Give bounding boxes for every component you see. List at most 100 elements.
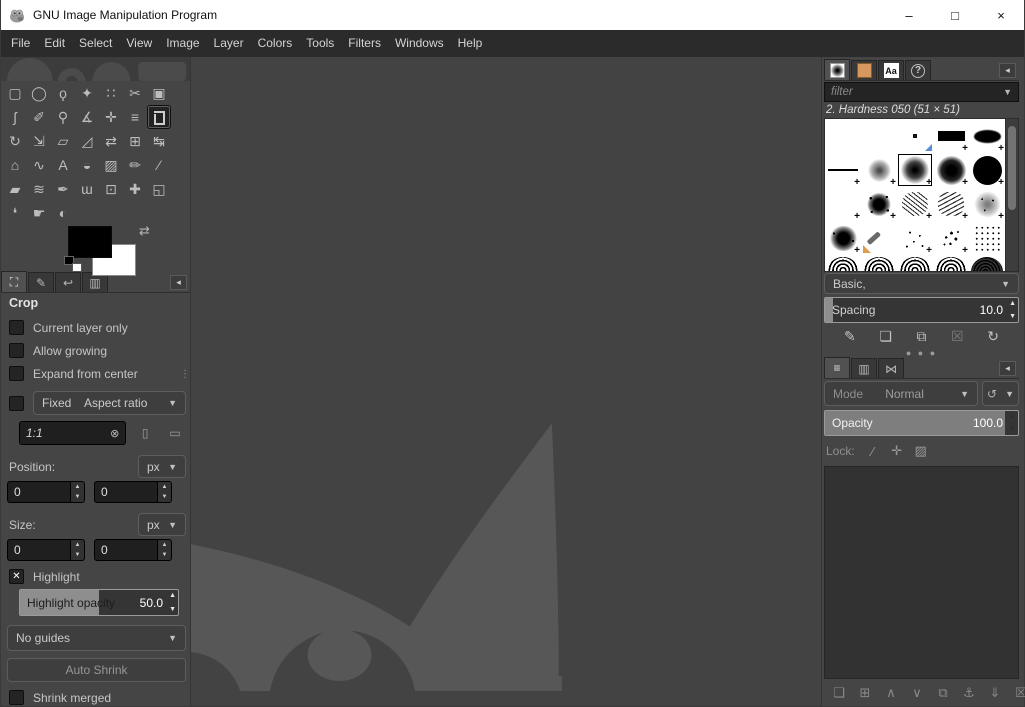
tool-rectangle-select[interactable]: ▢ <box>3 81 27 105</box>
tab-fonts[interactable]: Aa <box>878 60 904 80</box>
duplicate-brush-button[interactable]: ⧉ <box>908 325 934 347</box>
current-layer-only-checkbox[interactable] <box>9 320 24 335</box>
tab-help[interactable]: ? <box>905 60 931 80</box>
layer-opacity-slider[interactable]: Opacity 100.0 ▲ ▼ <box>824 410 1019 436</box>
spacing-slider[interactable]: Spacing 10.0 ▲ ▼ <box>824 297 1019 323</box>
spinner-arrows[interactable]: ▲ ▼ <box>1009 413 1016 433</box>
delete-layer-button[interactable]: ☒ <box>1008 682 1025 704</box>
brush-filter-field[interactable]: filter ▼ <box>824 82 1019 102</box>
tool-fuzzy-select[interactable]: ✦ <box>75 81 99 105</box>
tab-device-status[interactable]: ✎ <box>28 272 54 292</box>
tool-pencil[interactable]: ✏ <box>123 153 147 177</box>
tool-move[interactable]: ✛ <box>99 105 123 129</box>
tool-clone[interactable]: ⊡ <box>99 177 123 201</box>
menu-image[interactable]: Image <box>159 31 206 56</box>
landscape-button[interactable]: ▭ <box>164 423 186 443</box>
brush-pixel-brush[interactable] <box>897 119 933 153</box>
tool-blur-sharpen[interactable]: ❛ <box>3 201 27 225</box>
tool-gradient[interactable]: ▨ <box>99 153 123 177</box>
spinner-arrows[interactable]: ▲ ▼ <box>157 481 172 503</box>
tab-layers[interactable]: ≡ <box>824 357 850 378</box>
position-x-spinner[interactable]: 0 ▲ ▼ <box>7 481 85 503</box>
tool-paths[interactable]: ʃ <box>3 105 27 129</box>
brush-texture-brush[interactable] <box>897 255 933 271</box>
collapse-dock-button[interactable]: ◂ <box>999 361 1016 376</box>
menu-help[interactable]: Help <box>451 31 490 56</box>
portrait-button[interactable]: ▯ <box>134 423 156 443</box>
brush-empty[interactable] <box>825 119 861 153</box>
tool-paintbrush[interactable]: ⁄ <box>147 153 171 177</box>
brush-oil-strokes-brush[interactable]: + <box>933 187 969 222</box>
tool-perspective[interactable]: ◿ <box>75 129 99 153</box>
clear-icon[interactable]: ⊗ <box>110 427 119 440</box>
brush-texture-brush[interactable] <box>825 255 861 271</box>
tab-paths[interactable]: ⋈ <box>878 358 904 378</box>
duplicate-layer-button[interactable]: ⧉ <box>930 682 956 704</box>
shrink-merged-checkbox[interactable] <box>9 690 24 705</box>
brush-scrollbar[interactable] <box>1005 119 1018 271</box>
tool-crop[interactable] <box>147 105 171 129</box>
tab-brushes[interactable] <box>824 59 850 80</box>
tool-mypaint-brush[interactable]: ɯ <box>75 177 99 201</box>
spinner-arrows[interactable]: ▲ ▼ <box>169 592 176 613</box>
new-layer-group-button[interactable]: ⊞ <box>852 682 878 704</box>
new-brush-button[interactable]: ❏ <box>873 325 899 347</box>
tool-color-picker[interactable]: ✐ <box>27 105 51 129</box>
tool-scale[interactable]: ⇲ <box>27 129 51 153</box>
menu-layer[interactable]: Layer <box>207 31 251 56</box>
tool-free-select[interactable]: ϙ <box>51 81 75 105</box>
lock-pixels-button[interactable]: ⁄ <box>861 441 885 461</box>
tab-tool-options[interactable]: ⛶ <box>1 271 27 292</box>
tool-align[interactable]: ≡ <box>123 105 147 129</box>
fixed-checkbox[interactable] <box>9 395 24 411</box>
size-width-spinner[interactable]: 0 ▲ ▼ <box>7 539 85 561</box>
menu-colors[interactable]: Colors <box>251 31 300 56</box>
collapse-dock-button[interactable]: ◂ <box>999 63 1016 78</box>
menu-filters[interactable]: Filters <box>341 31 388 56</box>
brush-hardness-050[interactable]: + <box>897 153 933 188</box>
layer-mode-dropdown[interactable]: Mode Normal ▼ <box>824 381 978 406</box>
tool-select-by-color[interactable]: ∷ <box>99 81 123 105</box>
position-y-spinner[interactable]: 0 ▲ ▼ <box>94 481 172 503</box>
pane-resize-handle[interactable]: ⋮ <box>180 370 190 380</box>
tab-patterns[interactable] <box>851 60 877 80</box>
tool-ellipse-select[interactable]: ◯ <box>27 81 51 105</box>
brush-texture-brush[interactable] <box>969 255 1005 271</box>
tool-flip[interactable]: ⇄ <box>99 129 123 153</box>
fixed-dropdown[interactable]: Fixed Aspect ratio ▼ <box>33 391 186 415</box>
brush-empty[interactable] <box>861 119 897 153</box>
merge-down-button[interactable]: ⇓ <box>982 682 1008 704</box>
lock-alpha-button[interactable]: ▨ <box>909 441 933 461</box>
brush-line-brush[interactable]: + <box>825 153 861 188</box>
scrollbar-thumb[interactable] <box>1008 126 1016 210</box>
expand-from-center-checkbox[interactable] <box>9 366 24 381</box>
refresh-brushes-button[interactable]: ↻ <box>980 325 1006 347</box>
spinner-arrows[interactable]: ▲ ▼ <box>1009 300 1016 320</box>
tab-channels[interactable]: ▥ <box>851 358 877 378</box>
tool-heal[interactable]: ✚ <box>123 177 147 201</box>
brush-texture-brush[interactable] <box>933 255 969 271</box>
menu-tools[interactable]: Tools <box>299 31 341 56</box>
minimize-button[interactable]: – <box>886 0 932 30</box>
tool-foreground-select[interactable]: ▣ <box>147 81 171 105</box>
brush-group-dropdown[interactable]: Basic, ▼ <box>824 273 1019 294</box>
anchor-layer-button[interactable]: ⚓ <box>956 682 982 704</box>
menu-edit[interactable]: Edit <box>37 31 72 56</box>
brush-smudge-ellipse[interactable]: + <box>969 119 1005 154</box>
brush-dense-splat-brush[interactable]: + <box>825 221 861 256</box>
brush-acrylic-brush[interactable]: + <box>897 187 933 222</box>
tool-cage-transform[interactable]: ⌂ <box>3 153 27 177</box>
tool-ink[interactable]: ✒ <box>51 177 75 201</box>
tool-measure[interactable]: ∡ <box>75 105 99 129</box>
menu-file[interactable]: File <box>4 31 37 56</box>
brush-hardness-100[interactable]: + <box>969 153 1005 188</box>
aspect-ratio-input[interactable]: 1:1 ⊗ <box>19 421 127 445</box>
allow-growing-checkbox[interactable] <box>9 343 24 358</box>
tool-airbrush[interactable]: ≋ <box>27 177 51 201</box>
brush-block-brush[interactable]: + <box>933 119 969 154</box>
brush-soft-spray-brush[interactable]: + <box>969 187 1005 222</box>
tool-text[interactable]: A <box>51 153 75 177</box>
spinner-arrows[interactable]: ▲ ▼ <box>70 481 85 503</box>
default-colors-icon[interactable] <box>64 256 82 272</box>
tool-rotate[interactable]: ↻ <box>3 129 27 153</box>
